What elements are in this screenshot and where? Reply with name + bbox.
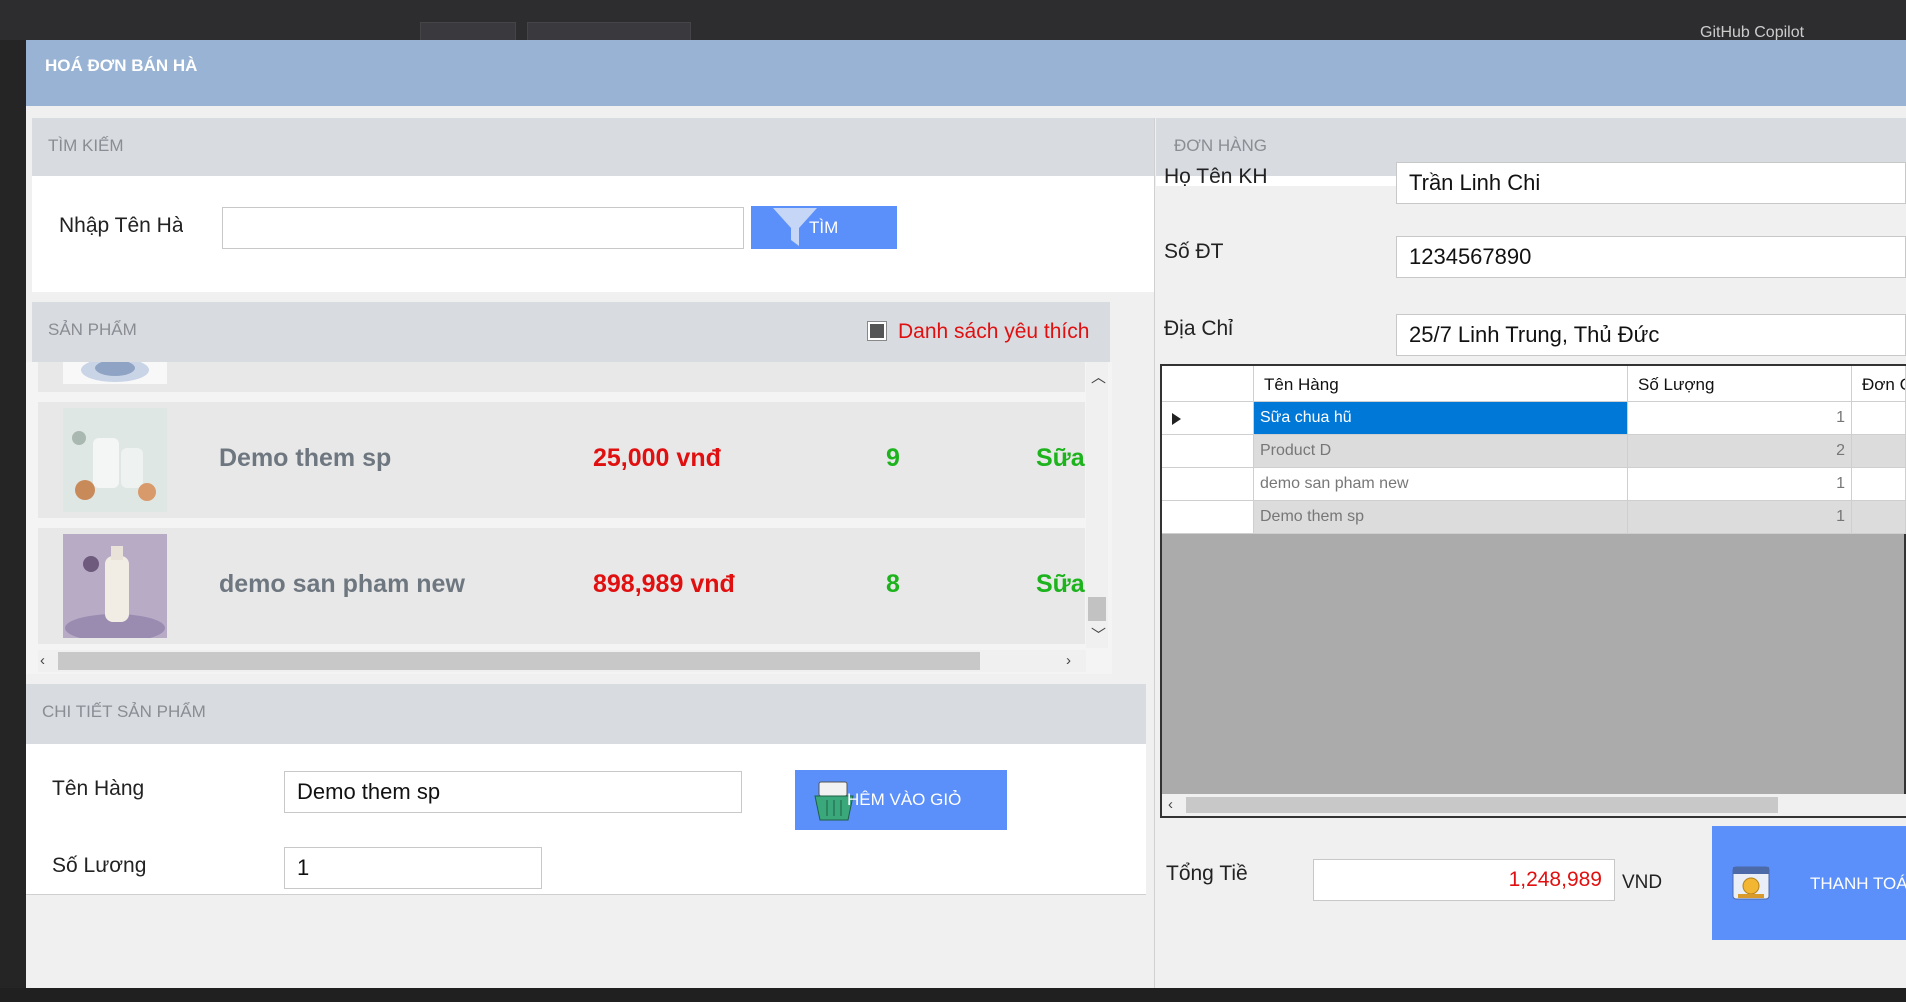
add-to-cart-label: HÊM VÀO GIỎ [847, 790, 962, 809]
checkout-button[interactable]: THANH TOÁ [1712, 826, 1906, 940]
product-category: Sữa [1036, 570, 1085, 598]
grid-cell-qty[interactable]: 1 [1628, 501, 1852, 534]
details-qty-field[interactable] [284, 847, 542, 889]
details-section-title: CHI TIẾT SẢN PHẨM [42, 702, 206, 721]
grid-column-header[interactable]: Đơn G [1852, 366, 1906, 402]
search-section-title: TÌM KIẾM [48, 136, 124, 155]
search-button[interactable]: TÌM [751, 206, 897, 249]
details-qty-label: Số Lương [52, 854, 147, 877]
payment-icon [1732, 866, 1770, 900]
product-qty: 8 [886, 570, 900, 598]
address-field[interactable] [1396, 314, 1906, 356]
address-label: Địa Chỉ [1164, 317, 1233, 340]
customer-name-field[interactable] [1396, 162, 1906, 204]
grid-cell-qty[interactable]: 1 [1628, 468, 1852, 501]
current-row-icon [1172, 413, 1181, 425]
grid-cell-name[interactable]: Demo them sp [1254, 501, 1628, 534]
scroll-up-icon[interactable]: ︿ [1091, 366, 1106, 387]
grid-cell-price[interactable] [1852, 435, 1906, 468]
product-price: 25,000 vnđ [593, 444, 721, 472]
phone-field[interactable] [1396, 236, 1906, 278]
product-image [63, 358, 167, 384]
checkout-label: THANH TOÁ [1810, 874, 1906, 893]
grid-row-header[interactable] [1162, 468, 1254, 501]
ide-config-dropdown [420, 22, 516, 42]
form-titlebar [26, 40, 1906, 106]
favorites-checkbox[interactable] [867, 321, 887, 341]
product-image [63, 408, 167, 512]
scroll-right-icon[interactable]: › [1066, 652, 1071, 669]
product-category: Sữa [1036, 444, 1085, 472]
grid-column-header[interactable]: Tên Hàng [1254, 366, 1628, 402]
ide-platform-dropdown [527, 22, 691, 42]
details-name-field[interactable] [284, 771, 742, 813]
vertical-scroll-thumb[interactable] [1088, 597, 1106, 621]
search-label: Nhập Tên Hà [59, 214, 183, 237]
ide-left-rail [0, 40, 26, 1002]
details-section-header: CHI TIẾT SẢN PHẨM [26, 684, 1146, 744]
form-title: HOÁ ĐƠN BÁN HÀ [45, 56, 198, 75]
phone-label: Số ĐT [1164, 240, 1224, 263]
grid-scroll-thumb[interactable] [1186, 797, 1778, 813]
grid-cell-name[interactable]: Sữa chua hũ [1254, 402, 1628, 435]
total-label: Tổng Tiề [1166, 862, 1248, 885]
add-to-cart-button[interactable]: HÊM VÀO GIỎ [795, 770, 1007, 830]
product-name: Demo them sp [219, 444, 392, 472]
details-name-label: Tên Hàng [52, 777, 145, 800]
total-field[interactable]: 1,248,989 [1313, 859, 1615, 901]
order-grid[interactable]: Tên Hàng Số Lượng Đơn G Sữa chua hũ 1 Pr… [1160, 364, 1906, 818]
grid-cell-price[interactable] [1852, 501, 1906, 534]
grid-horizontal-scrollbar[interactable]: ‹ [1162, 794, 1906, 816]
currency-label: VND [1622, 872, 1663, 890]
order-section-title: ĐƠN HÀNG [1174, 136, 1267, 155]
search-input[interactable] [222, 207, 744, 249]
grid-cell-name[interactable]: demo san pham new [1254, 468, 1628, 501]
customer-label: Họ Tên KH [1164, 165, 1268, 188]
grid-scroll-left-icon[interactable]: ‹ [1168, 796, 1173, 813]
grid-cell-qty[interactable]: 1 [1628, 402, 1852, 435]
horizontal-scroll-thumb[interactable] [58, 652, 980, 670]
search-button-label: TÌM [809, 218, 839, 237]
scroll-down-icon[interactable]: ﹀ [1091, 624, 1106, 645]
list-item[interactable]: demo san pham new 898,989 vnđ 8 Sữa [38, 528, 1085, 644]
scroll-left-icon[interactable]: ‹ [40, 652, 45, 669]
grid-cell-qty[interactable]: 2 [1628, 435, 1852, 468]
grid-column-header[interactable]: Số Lượng [1628, 366, 1852, 402]
grid-cell-price[interactable] [1852, 468, 1906, 501]
product-image [63, 534, 167, 642]
horizontal-scrollbar[interactable]: ‹ › [38, 650, 1086, 672]
grid-row-header[interactable] [1162, 402, 1254, 435]
grid-row-header[interactable] [1162, 435, 1254, 468]
product-qty: 9 [886, 444, 900, 472]
taskbar [0, 988, 1906, 1002]
products-section-title: SẢN PHẨM [48, 320, 137, 339]
grid-corner-header [1162, 366, 1254, 402]
grid-row-header[interactable] [1162, 501, 1254, 534]
vertical-scrollbar[interactable]: ︿ ﹀ [1086, 362, 1108, 648]
product-price: 898,989 vnđ [593, 570, 735, 598]
list-item-partial[interactable] [38, 358, 1085, 392]
grid-cell-price[interactable] [1852, 402, 1906, 435]
grid-cell-name[interactable]: Product D [1254, 435, 1628, 468]
favorites-label[interactable]: Danh sách yêu thích [898, 320, 1089, 344]
list-item[interactable]: Demo them sp 25,000 vnđ 9 Sữa [38, 402, 1085, 518]
search-section-header: TÌM KIẾM [32, 118, 1154, 176]
ide-toolbar: GitHub Copilot [0, 0, 1906, 42]
product-name: demo san pham new [219, 570, 465, 598]
